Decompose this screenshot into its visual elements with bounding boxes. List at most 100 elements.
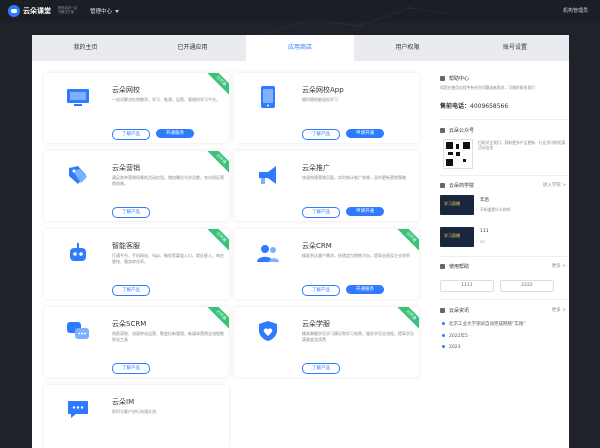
app-description: 快速构建营销页面，实时统计推广效果，及时更新营销策略 [302,175,406,180]
app-name: 云朵SCRM [112,320,147,328]
megaphone-icon [259,166,276,184]
news-title: 云朵资讯 [449,308,470,314]
main-panel: 我的主页 已开通应用 应用商店 用户权限 账号设置 云朵网校 一站式解决在线教学… [32,35,569,448]
divider [440,256,568,257]
usage-help-title: 使用帮助 [449,264,470,270]
app-name: 云朵CRM [302,242,332,250]
learn-more-button[interactable]: 了解产品 [302,363,340,374]
logo[interactable]: 云朵课堂 教育培训一站式解决方案 [8,5,77,17]
management-center-label: 管理中心 [90,9,113,15]
app-card-yunduo-app: 云朵网校App 随时随地能轻松学习 了解产品 申请开通 [234,73,419,143]
help-chip[interactable]: 2222 [500,280,554,292]
message-icon [68,401,88,418]
opened-ribbon: 已开通 [204,229,229,254]
academy-thumbnail[interactable]: 学习直播 [440,195,474,215]
logo-text: 云朵课堂 [23,7,51,15]
users-icon [257,245,279,262]
app-card-yunduo-im: 云朵IM 即时与客户进行沟通交流 [44,385,229,448]
app-card-yunduo-marketing: 云朵营销 满足各种营销场景的活动应用，增加曝光与学员数，充分保证营销效果。 了解… [44,151,229,221]
help-chip[interactable]: 1111 [440,280,494,292]
heart-shield-icon [259,321,277,341]
enter-academy-link[interactable]: 进入学院 > [543,182,566,188]
chevron-down-icon [115,10,120,13]
bullet-icon [442,334,445,337]
academy-icon [440,183,445,188]
learn-more-button[interactable]: 了解产品 [112,129,150,140]
news-more-link[interactable]: 更多 > [552,307,566,313]
tab-bar: 我的主页 已开通应用 应用商店 用户权限 账号设置 [32,35,569,61]
app-name: 云朵推广 [302,164,330,172]
tablet-icon [261,86,275,108]
opened-ribbon: 已开通 [204,151,229,176]
learn-more-button[interactable]: 了解产品 [302,285,340,296]
help-center-title: 帮助中心 [449,76,470,82]
divider [440,299,568,300]
chat-bubbles-icon [67,322,89,339]
user-menu[interactable]: 机构管理员 [563,7,588,14]
opened-ribbon: 已开通 [204,73,229,98]
opened-ribbon: 已开通 [394,229,419,254]
learn-more-button[interactable]: 了解产品 [112,363,150,374]
app-description: 一站式解决在线教学、学习、推课、运营、管理的学习平台。 [112,97,220,102]
app-name: 云朵网校App [302,86,344,94]
usage-help-heading: 使用帮助 [440,263,469,270]
usage-help-more-link[interactable]: 更多 > [552,263,566,269]
management-center-menu[interactable]: 管理中心 [90,7,120,15]
opened-ribbon: 已开通 [204,307,229,332]
app-description: 满足各种营销场景的活动应用，增加曝光与学员数，充分保证营销效果。 [112,175,224,186]
app-name: 云朵学服 [302,320,330,328]
tab-my-home[interactable]: 我的主页 [32,35,139,61]
app-description: 打通平台、手机网站、App、微信等渠道入口，就近接入，响应更快、服务转化率。 [112,253,224,264]
tab-app-store[interactable]: 应用商店 [246,35,354,61]
app-name: 云朵IM [112,398,135,406]
right-sidebar: 帮助中心 如您在使用过程中有任何问题或者需求，可随时联系我们 售前电话：4009… [440,61,568,448]
app-card-yunduo-promotion: 云朵推广 快速构建营销页面，实时统计推广效果，及时更新营销策略 了解产品 申请开… [234,151,419,221]
app-name: 智能客服 [112,242,140,250]
academy-item-sub: 不知道是什么的吧 [480,207,511,212]
monitor-icon [67,89,89,106]
academy-thumbnail[interactable]: 学习直播 [440,227,474,247]
open-service-button[interactable]: 开通服务 [156,129,194,138]
academy-item-sub: 22 [480,239,485,244]
app-card-smart-service: 智能客服 打通平台、手机网站、App、微信等渠道入口，就近接入，响应更快、服务转… [44,229,229,299]
phone-number: 4009658566 [470,103,509,110]
help-center-heading: 帮助中心 [440,75,469,82]
app-card-yunduo-scrm: 云朵SCRM 线索获取、流量转化运营、裂变拉新管理，新媒体营销全流程数智化工具 … [44,307,229,377]
news-item[interactable]: 2022年5 [442,333,468,339]
app-description: 精准到达客户需求，快速定位销售方向，提高业绩及企业效率 [302,253,410,258]
app-store-content: 云朵网校 一站式解决在线教学、学习、推课、运营、管理的学习平台。 了解产品 开通… [32,61,569,448]
learn-more-button[interactable]: 了解产品 [302,207,340,218]
news-item[interactable]: 北京工业大学测试自动完成网络“实践” [442,321,566,327]
presales-phone: 售前电话：4009658566 [440,101,508,110]
wechat-heading: 云朵公众号 [440,127,474,134]
bullet-icon [442,345,445,348]
apply-open-button[interactable]: 申请开通 [346,129,384,138]
decorative-lines [250,6,450,39]
learn-more-button[interactable]: 了解产品 [302,129,340,140]
wechat-desc: 扫码关注我们，获取更多产品更新、行业资讯和优惠活动信息 [478,140,566,150]
logo-subtitle: 教育培训一站式解决方案 [58,6,78,14]
academy-item-title[interactable]: 年后 [480,197,489,203]
app-card-yunduo-student-service: 云朵学服 精准掌握学员学习情况和学习效果，服务学员全流程，提高学员满意度及续费 … [234,307,419,377]
news-icon [440,308,445,313]
qr-code [443,139,473,169]
tab-user-permissions[interactable]: 用户权限 [354,35,461,61]
learn-more-button[interactable]: 了解产品 [112,285,150,296]
app-description: 即时与客户进行沟通交流 [112,409,156,414]
news-item[interactable]: 2023 [442,345,460,350]
app-name: 云朵营销 [112,164,140,172]
cloud-logo-icon [8,5,20,17]
tab-account-settings[interactable]: 账号设置 [461,35,569,61]
bullet-icon [442,322,445,325]
academy-heading: 云朵商学院 [440,182,474,189]
open-service-button[interactable]: 开通服务 [346,285,384,294]
tab-opened-apps[interactable]: 已开通应用 [139,35,246,61]
help-center-desc: 如您在使用过程中有任何问题或者需求，可随时联系我们 [440,85,535,90]
wechat-icon [440,128,445,133]
learn-more-button[interactable]: 了解产品 [112,207,150,218]
academy-item-title[interactable]: 111 [480,229,489,234]
app-name: 云朵网校 [112,86,140,94]
divider [440,175,568,176]
app-description: 线索获取、流量转化运营、裂变拉新管理，新媒体营销全流程数智化工具 [112,331,224,342]
apply-open-button[interactable]: 申请开通 [346,207,384,216]
